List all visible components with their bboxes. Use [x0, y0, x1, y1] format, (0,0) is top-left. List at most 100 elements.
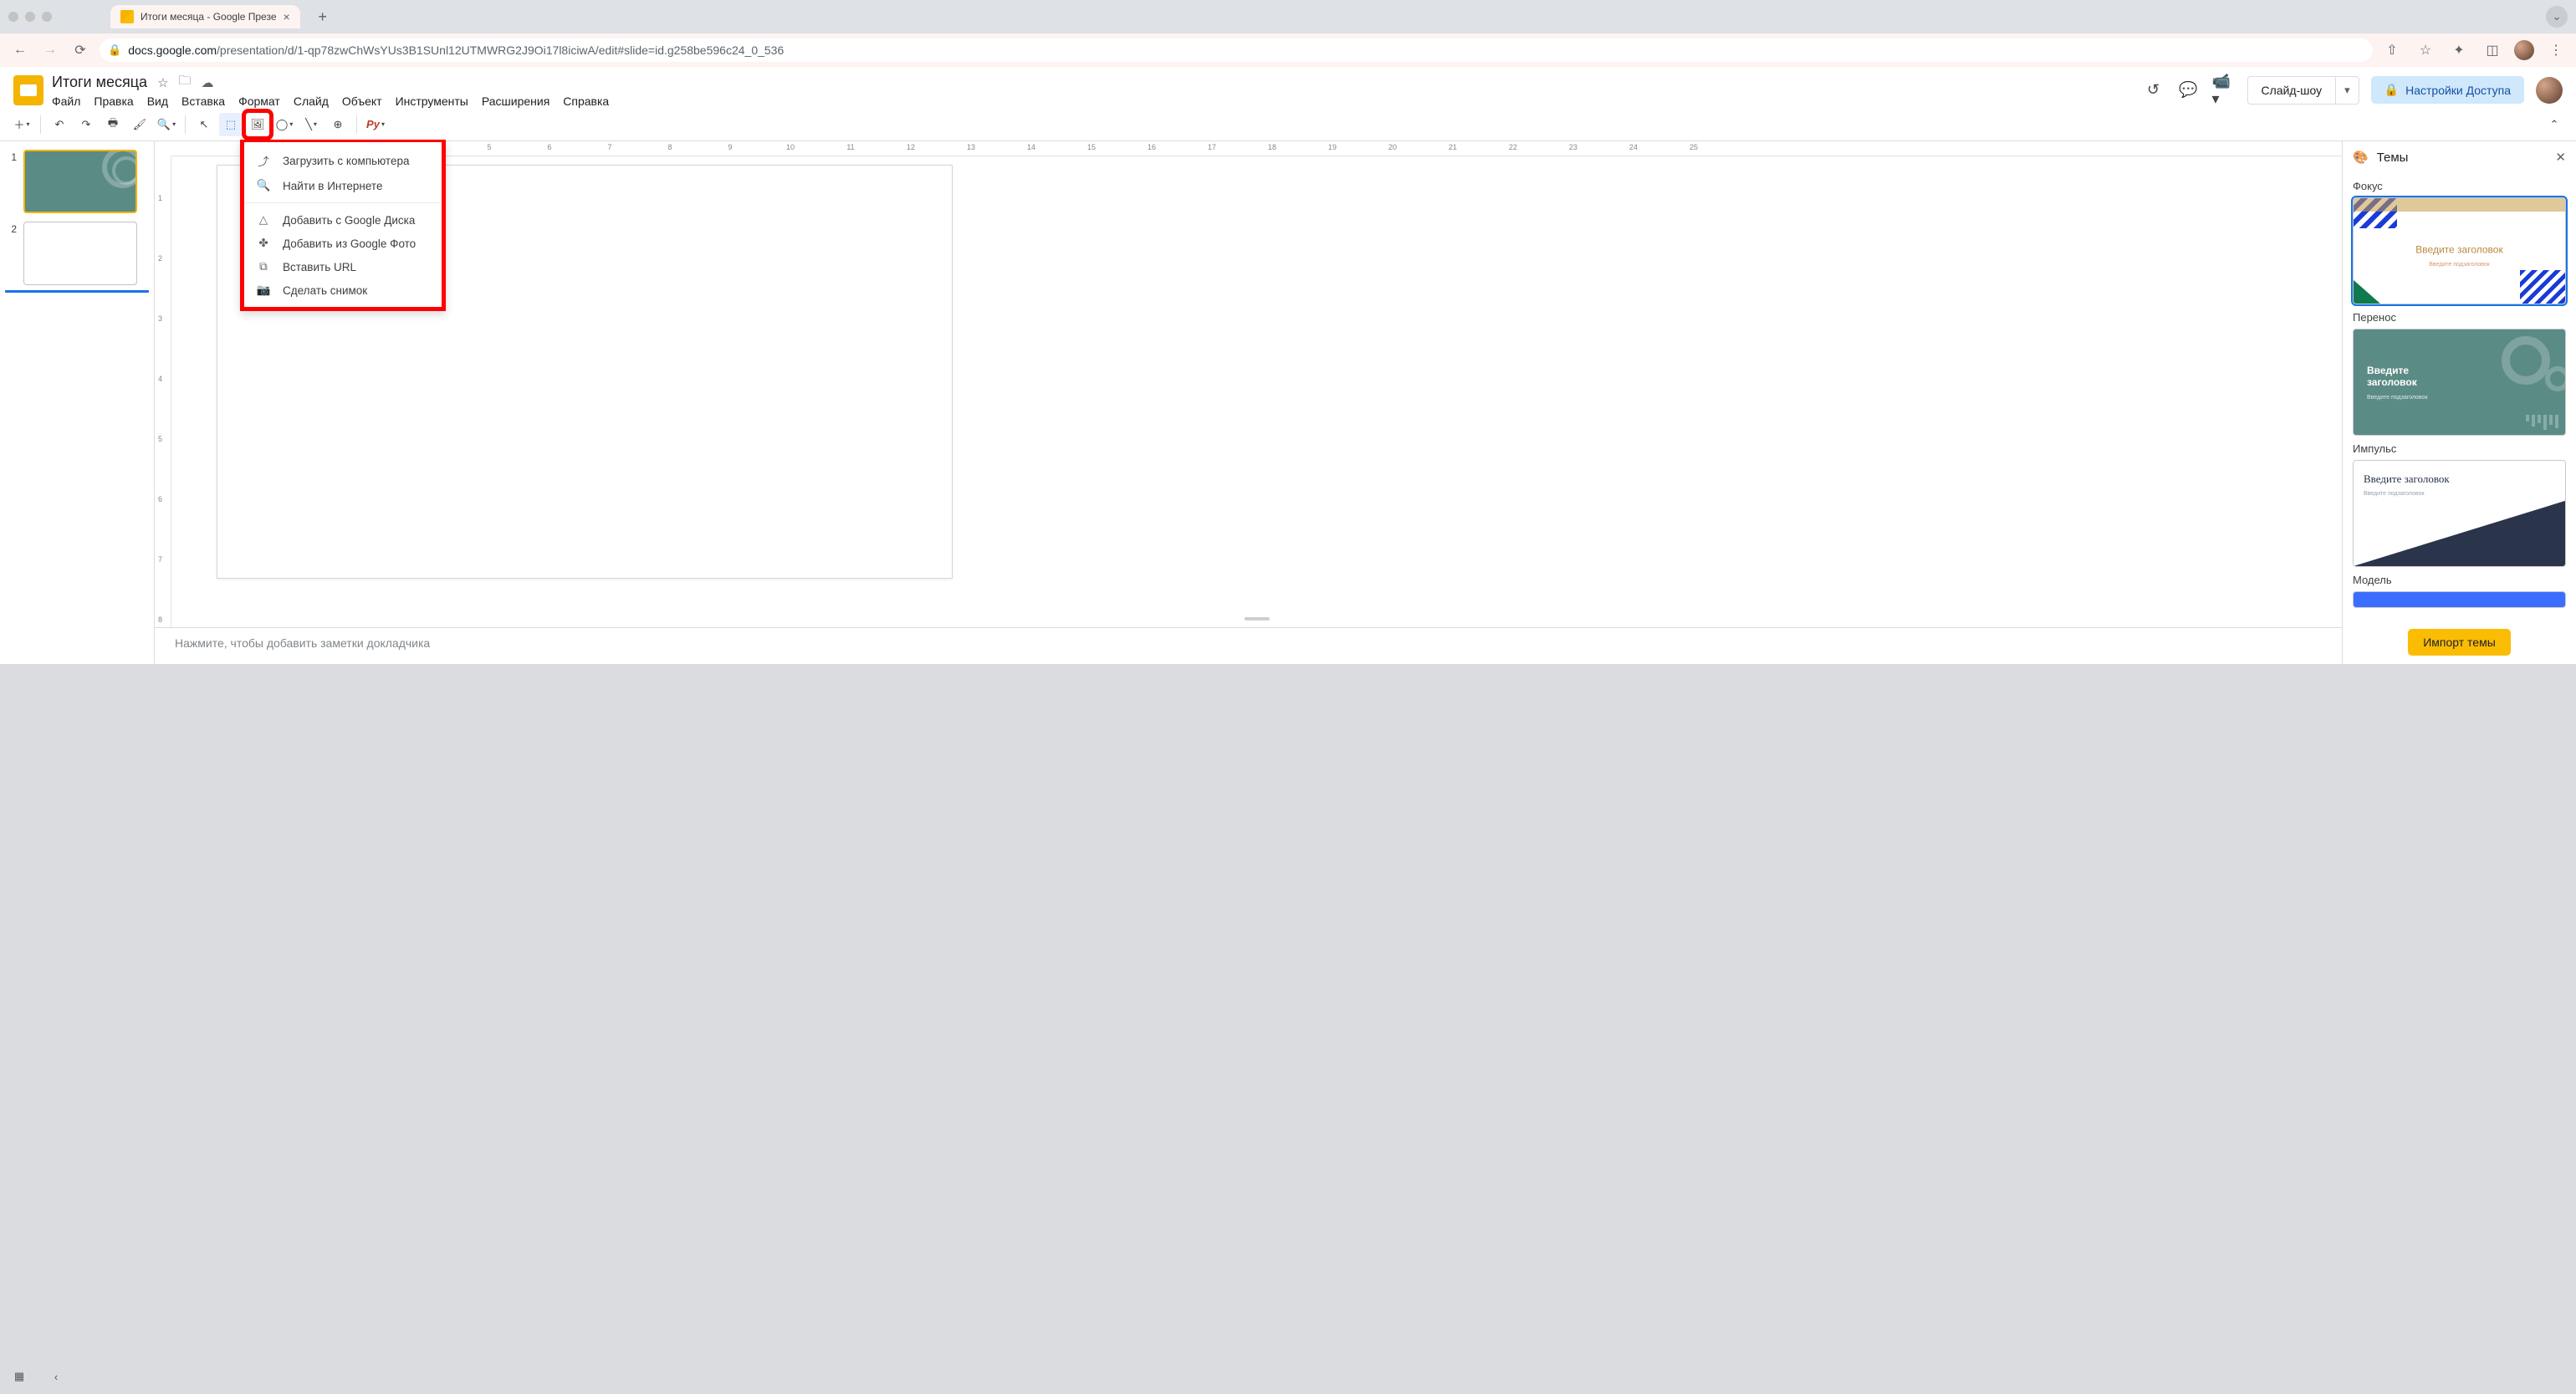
menu-help[interactable]: Справка — [563, 94, 609, 108]
dd-label: Добавить из Google Фото — [283, 237, 416, 250]
dd-search-web[interactable]: 🔍 Найти в Интернете — [244, 174, 442, 197]
menu-insert[interactable]: Вставка — [181, 94, 225, 108]
collapse-filmstrip-button[interactable]: ‹ — [45, 1366, 67, 1387]
menu-slide[interactable]: Слайд — [294, 94, 329, 108]
dd-take-photo[interactable]: 📷 Сделать снимок — [244, 278, 442, 302]
themes-title: Темы — [2377, 151, 2409, 165]
canvas-stage[interactable] — [171, 156, 2342, 627]
address-bar[interactable]: 🔒 docs.google.com/presentation/d/1-qp78z… — [99, 38, 2374, 63]
close-panel-icon[interactable]: ✕ — [2555, 150, 2566, 165]
stage-resize-handle[interactable] — [1245, 617, 1270, 620]
import-theme-button[interactable]: Импорт темы — [2408, 629, 2511, 656]
meet-icon[interactable]: 📹▾ — [2212, 79, 2236, 102]
slideshow-dropdown[interactable]: ▾ — [2335, 77, 2359, 104]
theme-perenos[interactable]: Введите заголовок Введите подзаголовок — [2353, 329, 2566, 436]
theme-impulse[interactable]: Введите заголовок Введите подзаголовок — [2353, 460, 2566, 567]
textbox-tool-button[interactable]: ⬚ — [219, 113, 243, 136]
doc-title[interactable]: Итоги месяца — [52, 74, 147, 91]
slide-preview — [23, 222, 137, 285]
move-icon[interactable]: 🗀 — [179, 72, 192, 93]
redo-button[interactable]: ↷ — [74, 113, 98, 136]
slideshow-button[interactable]: Слайд-шоу ▾ — [2247, 76, 2359, 105]
theme-preview-title: Введите заголовок — [2364, 472, 2450, 486]
print-button[interactable]: 🖶 — [101, 113, 125, 136]
slides-logo[interactable] — [13, 75, 43, 105]
collapse-toolbar-button[interactable]: ⌃ — [2543, 113, 2566, 136]
themes-panel: 🎨 Темы ✕ Фокус Введите заголовок Введите… — [2342, 141, 2576, 664]
browser-tab-strip: Итоги месяца - Google Презе × + ⌄ — [0, 0, 2576, 33]
shape-tool-button[interactable]: ◯ — [273, 113, 296, 136]
theme-label-model: Модель — [2353, 574, 2566, 586]
camera-icon: 📷 — [256, 283, 271, 297]
search-icon: 🔍 — [256, 179, 271, 192]
dd-label: Добавить с Google Диска — [283, 214, 415, 227]
dd-upload-from-computer[interactable]: ⤴ Загрузить с компьютера — [244, 147, 442, 174]
extensions-icon[interactable]: ✦ — [2447, 38, 2471, 62]
browser-address-bar-row: ← → ⟳ 🔒 docs.google.com/presentation/d/1… — [0, 33, 2576, 67]
menu-object[interactable]: Объект — [342, 94, 382, 108]
comment-button[interactable]: ⊕ — [326, 113, 350, 136]
line-tool-button[interactable]: ╲ — [299, 113, 323, 136]
bookmark-icon[interactable]: ☆ — [2414, 38, 2437, 62]
upload-icon: ⤴ — [256, 152, 271, 169]
new-tab-button[interactable]: + — [312, 6, 334, 28]
tab-title: Итоги месяца - Google Презе — [141, 11, 277, 23]
theme-preview-title: Введите заголовок — [2367, 365, 2442, 389]
menu-extensions[interactable]: Расширения — [482, 94, 549, 108]
theme-label-focus: Фокус — [2353, 180, 2566, 192]
tab-overflow-button[interactable]: ⌄ — [2546, 6, 2568, 28]
paint-format-button[interactable]: 🖌 — [128, 113, 151, 136]
select-tool-button[interactable]: ↖ — [192, 113, 216, 136]
dd-from-drive[interactable]: △ Добавить с Google Диска — [244, 208, 442, 232]
slide-thumbnail-1[interactable]: 1 — [5, 150, 149, 213]
close-tab-icon[interactable]: × — [284, 10, 290, 23]
horizontal-ruler: 1234567891011121314151617181920212223242… — [171, 141, 2342, 156]
slide-number: 2 — [5, 222, 17, 235]
dd-label: Загрузить с компьютера — [283, 155, 409, 167]
theme-label-impulse: Импульс — [2353, 442, 2566, 455]
url-text: docs.google.com/presentation/d/1-qp78zwC… — [128, 43, 784, 57]
slide-number: 1 — [5, 150, 17, 163]
menu-format[interactable]: Формат — [238, 94, 280, 108]
account-avatar[interactable] — [2536, 77, 2563, 104]
slide-thumbnail-2[interactable]: 2 — [5, 222, 149, 293]
toolbar: ＋ ↶ ↷ 🖶 🖌 🔍 ↖ ⬚ 🖼 ◯ ╲ ⊕ Py ⌃ ⤴ Загрузить… — [0, 108, 2576, 141]
side-panel-icon[interactable]: ◫ — [2481, 38, 2504, 62]
menu-edit[interactable]: Правка — [94, 94, 133, 108]
nav-forward-button[interactable]: → — [38, 38, 62, 62]
grid-view-button[interactable]: ▦ — [8, 1366, 30, 1387]
lock-icon: 🔒 — [2384, 83, 2399, 97]
theme-preview-subtitle: Введите подзаголовок — [2364, 491, 2425, 497]
zoom-button[interactable]: 🔍 — [155, 113, 178, 136]
speaker-notes[interactable]: Нажмите, чтобы добавить заметки докладчи… — [155, 627, 2342, 664]
window-controls[interactable] — [8, 12, 52, 22]
dd-label: Вставить URL — [283, 261, 356, 273]
history-icon[interactable]: ↺ — [2142, 79, 2165, 102]
share-page-icon[interactable]: ⇧ — [2380, 38, 2404, 62]
undo-button[interactable]: ↶ — [48, 113, 71, 136]
dd-by-url[interactable]: ⧉ Вставить URL — [244, 255, 442, 278]
dd-from-photos[interactable]: ✤ Добавить из Google Фото — [244, 232, 442, 255]
lock-icon: 🔒 — [108, 43, 121, 57]
nav-back-button[interactable]: ← — [8, 38, 32, 62]
insert-image-button[interactable]: 🖼 — [246, 113, 269, 136]
theme-focus[interactable]: Введите заголовок Введите подзаголовок — [2353, 197, 2566, 304]
share-button[interactable]: 🔒 Настройки Доступа — [2371, 76, 2524, 104]
theme-preview-subtitle: Введите подзаголовок — [2367, 395, 2428, 401]
menu-file[interactable]: Файл — [52, 94, 80, 108]
slideshow-label: Слайд-шоу — [2248, 77, 2336, 104]
theme-text-button[interactable]: Py — [364, 113, 387, 136]
nav-reload-button[interactable]: ⟳ — [69, 38, 92, 62]
browser-profile-avatar[interactable] — [2514, 40, 2534, 60]
browser-tab-active[interactable]: Итоги месяца - Google Презе × — [110, 5, 300, 28]
theme-model[interactable] — [2353, 591, 2566, 608]
cloud-status-icon[interactable]: ☁ — [202, 75, 214, 90]
menu-tools[interactable]: Инструменты — [396, 94, 468, 108]
new-slide-button[interactable]: ＋ — [10, 113, 33, 136]
browser-menu-icon[interactable]: ⋮ — [2544, 38, 2568, 62]
filmstrip[interactable]: 1 2 — [0, 141, 155, 664]
canvas-area: 1234567891011121314151617181920212223242… — [155, 141, 2342, 664]
menu-view[interactable]: Вид — [147, 94, 168, 108]
star-icon[interactable]: ☆ — [157, 75, 168, 90]
comments-icon[interactable]: 💬 — [2177, 79, 2200, 102]
